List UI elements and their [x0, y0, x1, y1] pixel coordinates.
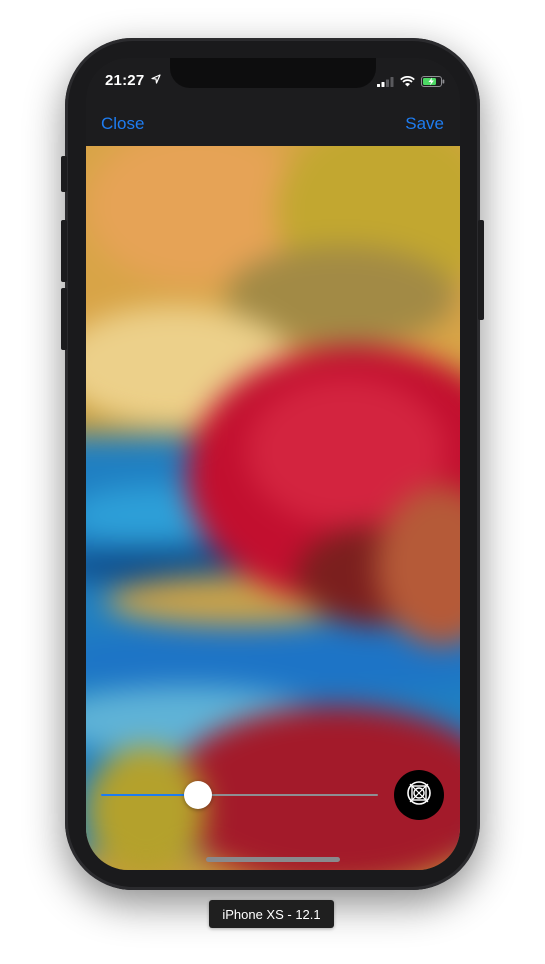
volume-up-button — [61, 220, 67, 282]
blur-slider-thumb[interactable] — [183, 781, 212, 809]
power-button — [478, 220, 484, 320]
lens-effect-button[interactable] — [394, 770, 444, 820]
photo-preview — [86, 146, 460, 870]
blurred-water-lily-photo — [86, 146, 460, 870]
navigation-bar: Close Save — [86, 108, 460, 146]
volume-down-button — [61, 288, 67, 350]
cellular-signal-icon — [377, 74, 394, 92]
mute-switch — [61, 156, 67, 192]
notch — [170, 58, 376, 88]
wifi-icon — [400, 74, 415, 92]
blur-slider[interactable] — [101, 781, 378, 809]
close-button[interactable]: Close — [101, 114, 144, 134]
aperture-lens-icon — [406, 780, 432, 811]
status-time: 21:27 — [105, 71, 161, 89]
location-arrow-icon — [151, 71, 161, 88]
phone-screen: 21:27 Close Save — [86, 58, 460, 870]
status-indicators — [377, 74, 445, 92]
save-button[interactable]: Save — [405, 114, 444, 134]
simulator-device-label: iPhone XS - 12.1 — [209, 900, 334, 928]
battery-charging-icon — [421, 74, 445, 92]
home-indicator[interactable] — [206, 857, 340, 862]
